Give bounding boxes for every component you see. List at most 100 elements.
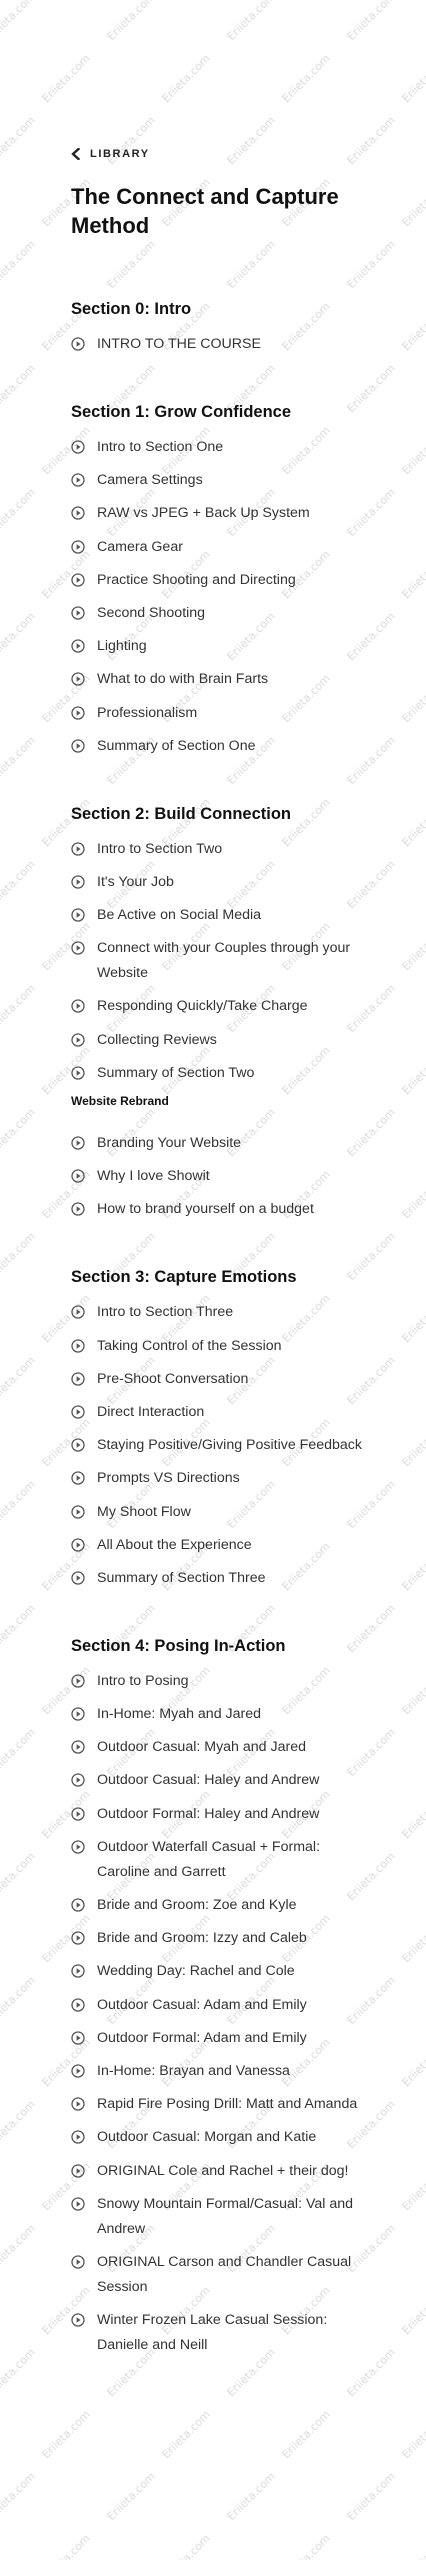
play-circle-icon bbox=[71, 506, 85, 521]
lesson-item[interactable]: Outdoor Casual: Myah and Jared bbox=[71, 1735, 371, 1760]
lesson-item[interactable]: All About the Experience bbox=[71, 1533, 371, 1558]
lesson-item[interactable]: Taking Control of the Session bbox=[71, 1334, 371, 1359]
course-section: Section 2: Build Connection Intro to Sect… bbox=[71, 805, 371, 1223]
lesson-item[interactable]: Intro to Section One bbox=[71, 435, 371, 460]
play-circle-icon bbox=[71, 1931, 85, 1945]
play-circle-icon bbox=[71, 2031, 85, 2045]
play-circle-icon bbox=[71, 1136, 85, 1150]
lesson-title: Summary of Section Two bbox=[97, 1064, 255, 1081]
lesson-item[interactable]: Intro to Section Two bbox=[71, 837, 371, 862]
watermark-text: Eriieta.com bbox=[399, 175, 426, 230]
lesson-item[interactable]: Collecting Reviews bbox=[71, 1028, 371, 1053]
lesson-item[interactable]: Pre-Shoot Conversation bbox=[71, 1367, 371, 1392]
watermark-text: Eriieta.com bbox=[399, 2283, 426, 2338]
lesson-title: Lighting bbox=[97, 638, 147, 655]
lesson-item[interactable]: Branding Your Website bbox=[71, 1131, 371, 1156]
watermark-text: Eriieta.com bbox=[279, 2531, 333, 2560]
course-content: LIBRARY The Connect and Capture Method S… bbox=[71, 148, 371, 2366]
play-circle-icon bbox=[71, 1538, 85, 1552]
watermark-text: Eriieta.com bbox=[399, 51, 426, 106]
lesson-title: Prompts VS Directions bbox=[97, 1470, 240, 1487]
lesson-item[interactable]: Summary of Section One bbox=[71, 734, 371, 759]
lesson-item[interactable]: Intro to Section Three bbox=[71, 1300, 371, 1325]
watermark-text: Eriieta.com bbox=[279, 51, 333, 106]
lesson-item[interactable]: Bride and Groom: Zoe and Kyle bbox=[71, 1893, 371, 1918]
lesson-item[interactable]: Direct Interaction bbox=[71, 1400, 371, 1425]
lesson-item[interactable]: Summary of Section Two bbox=[71, 1061, 371, 1086]
lesson-title: Why I love Showit bbox=[97, 1168, 210, 1185]
play-circle-icon bbox=[71, 1571, 85, 1585]
lesson-item[interactable]: Professionalism bbox=[71, 701, 371, 726]
play-circle-icon bbox=[71, 573, 85, 587]
play-circle-icon bbox=[71, 1338, 85, 1353]
lesson-item[interactable]: Summary of Section Three bbox=[71, 1566, 371, 1591]
lesson-item[interactable]: Staying Positive/Giving Positive Feedbac… bbox=[71, 1433, 371, 1458]
lesson-item[interactable]: Practice Shooting and Directing bbox=[71, 568, 371, 593]
course-section: Section 4: Posing In-Action Intro to Posi… bbox=[71, 1637, 371, 2358]
lesson-item[interactable]: Wedding Day: Rachel and Cole bbox=[71, 1959, 371, 1984]
play-circle-icon bbox=[71, 1997, 85, 2012]
lesson-item[interactable]: Connect with your Couples through your W… bbox=[71, 936, 371, 986]
lesson-title: In-Home: Brayan and Vanessa bbox=[97, 2062, 290, 2079]
lesson-item[interactable]: Outdoor Formal: Haley and Andrew bbox=[71, 1802, 371, 1827]
play-circle-icon bbox=[71, 875, 85, 889]
lesson-title: Outdoor Casual: Morgan and Katie bbox=[97, 2129, 317, 2146]
lesson-item[interactable]: What to do with Brain Farts bbox=[71, 667, 371, 692]
lesson-item[interactable]: Responding Quickly/Take Charge bbox=[71, 994, 371, 1019]
lesson-item[interactable]: Why I love Showit bbox=[71, 1164, 371, 1189]
lesson-title: ORIGINAL Cole and Rachel + their dog! bbox=[97, 2162, 349, 2179]
lesson-item[interactable]: INTRO TO THE COURSE bbox=[71, 332, 371, 357]
lesson-item[interactable]: Outdoor Casual: Adam and Emily bbox=[71, 1993, 371, 2018]
watermark-text: Eriieta.com bbox=[399, 1663, 426, 1718]
lesson-item[interactable]: Outdoor Formal: Adam and Emily bbox=[71, 2026, 371, 2051]
section-list: Section 0: Intro INTRO TO THE COURSE Secti… bbox=[71, 300, 371, 2358]
lesson-item[interactable]: How to brand yourself on a budget bbox=[71, 1197, 371, 1222]
lesson-title: Snowy Mountain Formal/Casual: Val and An… bbox=[97, 2195, 354, 2237]
watermark-text: Eriieta.com bbox=[0, 2097, 38, 2152]
lesson-item[interactable]: Snowy Mountain Formal/Casual: Val and An… bbox=[71, 2192, 371, 2242]
watermark-text: Eriieta.com bbox=[159, 2531, 213, 2560]
watermark-text: Eriieta.com bbox=[0, 1477, 38, 1532]
lesson-item[interactable]: Lighting bbox=[71, 634, 371, 659]
lesson-item[interactable]: RAW vs JPEG + Back Up System bbox=[71, 501, 371, 526]
watermark-text: Eriieta.com bbox=[0, 733, 38, 788]
play-circle-icon bbox=[71, 2064, 85, 2078]
watermark-text: Eriieta.com bbox=[0, 485, 38, 540]
lesson-item[interactable]: ORIGINAL Carson and Chandler Casual Sess… bbox=[71, 2250, 371, 2300]
lesson-title: It's Your Job bbox=[97, 873, 174, 890]
lesson-item[interactable]: Camera Settings bbox=[71, 468, 371, 493]
back-to-library-link[interactable]: LIBRARY bbox=[71, 148, 371, 160]
play-circle-icon bbox=[71, 2313, 85, 2327]
lesson-title: Outdoor Waterfall Casual + Formal: Carol… bbox=[97, 1838, 321, 1880]
chevron-left-icon bbox=[71, 148, 80, 160]
lesson-item[interactable]: It's Your Job bbox=[71, 870, 371, 895]
lesson-title: Branding Your Website bbox=[97, 1135, 242, 1151]
lesson-item[interactable]: Outdoor Waterfall Casual + Formal: Carol… bbox=[71, 1835, 371, 1885]
watermark-text: Eriieta.com bbox=[104, 0, 158, 44]
lesson-item[interactable]: Rapid Fire Posing Drill: Matt and Amanda bbox=[71, 2092, 371, 2117]
lesson-item[interactable]: Bride and Groom: Izzy and Caleb bbox=[71, 1926, 371, 1951]
lesson-title: Direct Interaction bbox=[97, 1403, 205, 1420]
play-circle-icon bbox=[71, 842, 85, 856]
lesson-item[interactable]: ORIGINAL Cole and Rachel + their dog! bbox=[71, 2159, 371, 2184]
play-circle-icon bbox=[71, 2130, 85, 2144]
lesson-item[interactable]: Prompts VS Directions bbox=[71, 1466, 371, 1491]
lesson-item[interactable]: In-Home: Myah and Jared bbox=[71, 1702, 371, 1727]
lesson-title: My Shoot Flow bbox=[97, 1503, 191, 1520]
watermark-text: Eriieta.com bbox=[159, 2407, 213, 2462]
watermark-text: Eriieta.com bbox=[0, 237, 38, 292]
course-section: Section 1: Grow Confidence Intro to Secti… bbox=[71, 403, 371, 759]
play-circle-icon bbox=[71, 639, 85, 653]
lesson-item[interactable]: Intro to Posing bbox=[71, 1669, 371, 1694]
lesson-item[interactable]: Outdoor Casual: Morgan and Katie bbox=[71, 2125, 371, 2150]
lesson-list: Intro to Posing In-Home: Myah and Jared Ou… bbox=[71, 1669, 371, 2358]
watermark-text: Eriieta.com bbox=[399, 1539, 426, 1594]
lesson-item[interactable]: In-Home: Brayan and Vanessa bbox=[71, 2059, 371, 2084]
lesson-item[interactable]: Camera Gear bbox=[71, 535, 371, 560]
lesson-item[interactable]: Winter Frozen Lake Casual Session: Danie… bbox=[71, 2308, 371, 2358]
lesson-item[interactable]: Second Shooting bbox=[71, 601, 371, 626]
watermark-text: Eriieta.com bbox=[0, 1105, 38, 1160]
lesson-item[interactable]: Outdoor Casual: Haley and Andrew bbox=[71, 1768, 371, 1793]
lesson-item[interactable]: Be Active on Social Media bbox=[71, 903, 371, 928]
lesson-item[interactable]: My Shoot Flow bbox=[71, 1500, 371, 1525]
